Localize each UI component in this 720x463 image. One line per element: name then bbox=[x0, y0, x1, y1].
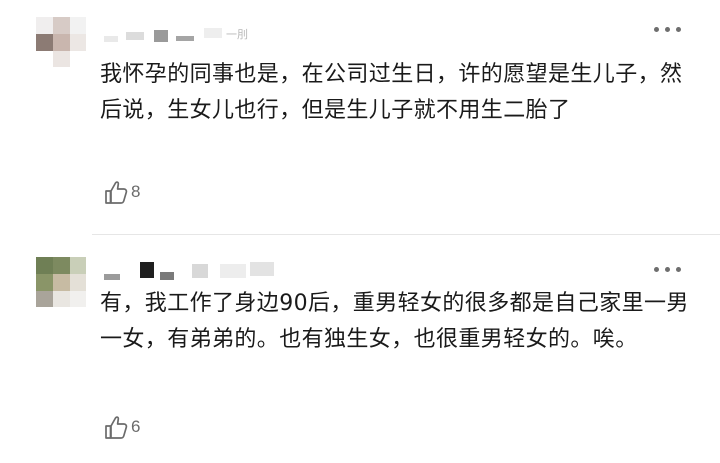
more-icon[interactable] bbox=[654, 24, 682, 34]
timestamp: 一刖 bbox=[226, 28, 248, 41]
like-button[interactable]: 6 bbox=[104, 412, 140, 442]
comment-list: 一刖 我怀孕的同事也是，在公司过生日，许的愿望是生儿子，然后说，生女儿也行，但是… bbox=[0, 0, 720, 463]
avatar[interactable] bbox=[36, 17, 86, 67]
comment-item: 有，我工作了身边90后，重男轻女的很多都是自己家里一男一女，有弟弟的。也有独生女… bbox=[0, 240, 720, 463]
username[interactable]: 一刖 bbox=[100, 22, 340, 50]
divider bbox=[92, 234, 720, 235]
thumbs-up-icon bbox=[105, 416, 128, 439]
like-count: 8 bbox=[131, 182, 141, 201]
like-button[interactable]: 8 bbox=[104, 177, 140, 207]
more-icon[interactable] bbox=[654, 264, 682, 274]
like-count: 6 bbox=[131, 417, 141, 436]
comment-text: 我怀孕的同事也是，在公司过生日，许的愿望是生儿子，然后说，生女儿也行，但是生儿子… bbox=[100, 62, 683, 123]
avatar[interactable] bbox=[36, 257, 86, 307]
comment-text: 有，我工作了身边90后，重男轻女的很多都是自己家里一男一女，有弟弟的。也有独生女… bbox=[100, 291, 689, 352]
comment-item: 一刖 我怀孕的同事也是，在公司过生日，许的愿望是生儿子，然后说，生女儿也行，但是… bbox=[0, 0, 720, 232]
thumbs-up-icon bbox=[105, 181, 128, 204]
